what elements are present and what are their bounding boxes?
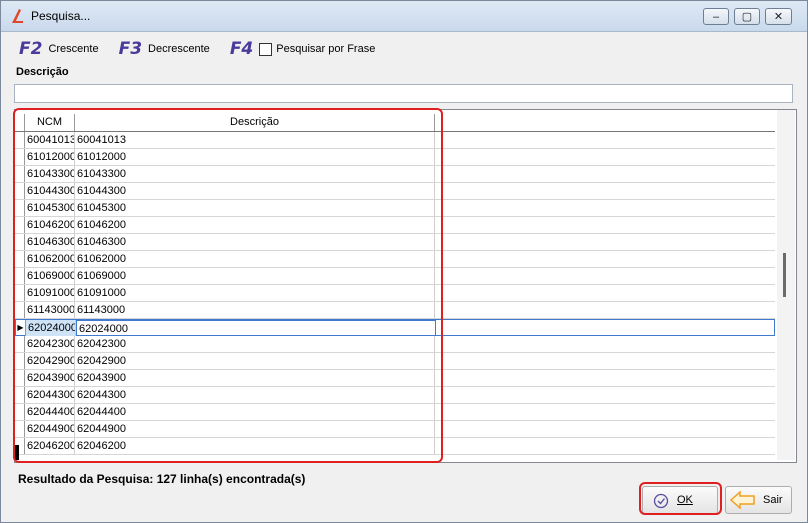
scrollbar-thumb[interactable] — [783, 253, 786, 297]
minimize-icon: – — [712, 10, 720, 23]
title-bar[interactable]: Pesquisa... – ▢ ✕ — [1, 1, 807, 32]
exit-button[interactable]: Sair — [725, 486, 792, 514]
ok-highlight-box — [639, 482, 722, 515]
app-logo-icon — [12, 9, 23, 23]
f4-key[interactable]: F4 — [230, 39, 253, 59]
f2-label[interactable]: Crescente — [48, 43, 98, 55]
arrow-left-icon — [730, 491, 755, 509]
close-button[interactable]: ✕ — [765, 8, 792, 25]
maximize-icon: ▢ — [741, 11, 753, 23]
close-icon: ✕ — [773, 11, 784, 23]
minimize-button[interactable]: – — [703, 8, 729, 25]
phrase-search-label[interactable]: Pesquisar por Frase — [276, 43, 375, 55]
maximize-button[interactable]: ▢ — [734, 8, 760, 25]
exit-button-label: Sair — [763, 494, 783, 506]
sort-toolbar: F2 Crescente F3 Decrescente F4 Pesquisar… — [19, 39, 375, 59]
vertical-scrollbar[interactable] — [777, 110, 795, 460]
f2-key[interactable]: F2 — [19, 39, 42, 59]
f3-key[interactable]: F3 — [119, 39, 142, 59]
results-status: Resultado da Pesquisa: 127 linha(s) enco… — [18, 472, 306, 486]
phrase-search-checkbox[interactable] — [259, 42, 273, 56]
window-title: Pesquisa... — [31, 9, 91, 23]
search-window: Pesquisa... – ▢ ✕ F2 Crescente F3 Decres… — [0, 0, 808, 523]
f3-label[interactable]: Decrescente — [148, 43, 210, 55]
description-label: Descrição — [16, 66, 69, 78]
description-search-input[interactable] — [14, 84, 793, 103]
grid-highlight-box — [13, 108, 443, 463]
